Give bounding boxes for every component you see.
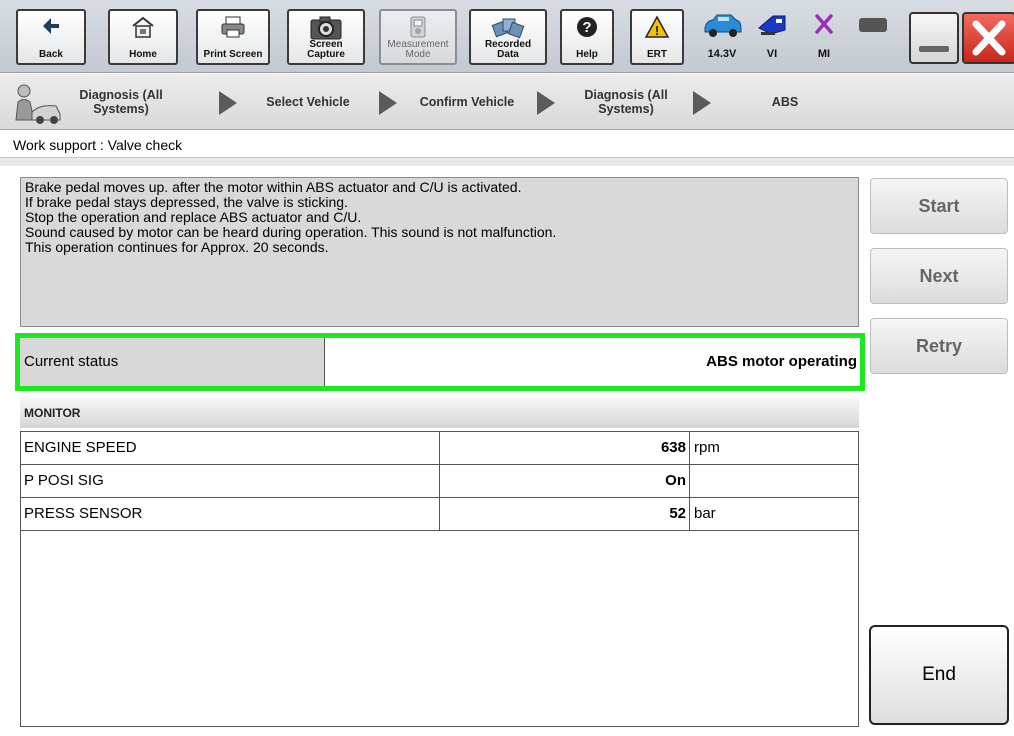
printer-icon [219,15,247,42]
mi-disconnected-icon [812,12,836,43]
mi-indicator: MI [798,8,850,66]
start-button[interactable]: Start [870,178,1008,234]
close-button[interactable] [962,12,1014,64]
next-button[interactable]: Next [870,248,1008,304]
current-status-value: ABS motor operating [706,353,857,370]
breadcrumb-diagnosis-all-systems[interactable]: Diagnosis (All Systems) [66,74,176,130]
message-line: This operation continues for Approx. 20 … [25,239,329,255]
minimize-icon [919,46,949,52]
monitor-table: ENGINE SPEED 638 rpm P POSI SIG On PRESS… [20,431,859,727]
status-bar-icon [857,12,891,43]
monitor-item-unit [690,465,858,497]
monitor-item-name: PRESS SENSOR [21,498,440,530]
app-window: Back Home Print Screen Screen Capture Me… [0,0,1014,736]
breadcrumb-arrow-icon [537,91,555,115]
breadcrumb-diagnosis-all-systems-2[interactable]: Diagnosis (All Systems) [566,74,686,130]
monitor-item-unit: bar [694,505,716,522]
breadcrumb-arrow-icon [379,91,397,115]
divider [0,158,1014,166]
current-status-highlight: Current status ABS motor operating [15,333,865,391]
vi-device-icon [755,12,789,43]
minimize-button[interactable] [909,12,959,64]
table-row: ENGINE SPEED 638 rpm [21,432,858,465]
message-line: Stop the operation and replace ABS actua… [25,209,362,225]
retry-button[interactable]: Retry [870,318,1008,374]
recorded-data-icon [491,15,525,44]
screen-capture-button[interactable]: Screen Capture [287,9,365,65]
end-button[interactable]: End [869,625,1009,725]
table-row: PRESS SENSOR 52 bar [21,498,858,531]
svg-text:?: ? [582,19,591,36]
toolbar: Back Home Print Screen Screen Capture Me… [0,0,1014,73]
monitor-item-value: 52 [440,498,690,530]
gauge-icon [406,15,430,44]
breadcrumb-select-vehicle[interactable]: Select Vehicle [248,74,368,130]
svg-text:!: ! [655,23,659,38]
monitor-item-unit: rpm [694,439,720,456]
car-icon [701,12,743,43]
recorded-data-button[interactable]: Recorded Data [469,9,547,65]
breadcrumb-arrow-icon [219,91,237,115]
question-mark-icon: ? [575,15,599,42]
instruction-message: Brake pedal moves up. after the motor wi… [20,177,859,327]
help-button[interactable]: ? Help [560,9,614,65]
breadcrumb-confirm-vehicle[interactable]: Confirm Vehicle [404,74,530,130]
print-screen-button[interactable]: Print Screen [196,9,270,65]
breadcrumb-abs[interactable]: ABS [740,74,830,130]
home-icon [130,15,156,42]
current-status-label: Current status [20,338,325,386]
breadcrumb: Diagnosis (All Systems) Select Vehicle C… [0,74,1014,130]
home-button[interactable]: Home [108,9,178,65]
status-indicator [848,8,900,66]
warning-icon: ! [644,15,670,42]
technician-icon [12,82,64,129]
measurement-mode-button[interactable]: Measurement Mode [379,9,457,65]
close-icon [972,20,1006,56]
camera-icon [309,15,343,44]
message-line: Brake pedal moves up. after the motor wi… [25,179,522,195]
ert-button[interactable]: ! ERT [630,9,684,65]
message-line: If brake pedal stays depressed, the valv… [25,194,348,210]
table-row: P POSI SIG On [21,465,858,498]
monitor-item-name: ENGINE SPEED [21,432,440,464]
monitor-item-name: P POSI SIG [21,465,440,497]
battery-voltage-indicator: 14.3V [696,8,748,66]
vi-indicator: VI [746,8,798,66]
message-line: Sound caused by motor can be heard durin… [25,224,557,240]
back-arrow-icon [40,15,62,40]
breadcrumb-arrow-icon [693,91,711,115]
page-title: Work support : Valve check [0,132,1014,158]
monitor-item-value: On [440,465,690,497]
monitor-header: MONITOR [20,398,859,428]
back-button[interactable]: Back [16,9,86,65]
monitor-item-value: 638 [440,432,690,464]
